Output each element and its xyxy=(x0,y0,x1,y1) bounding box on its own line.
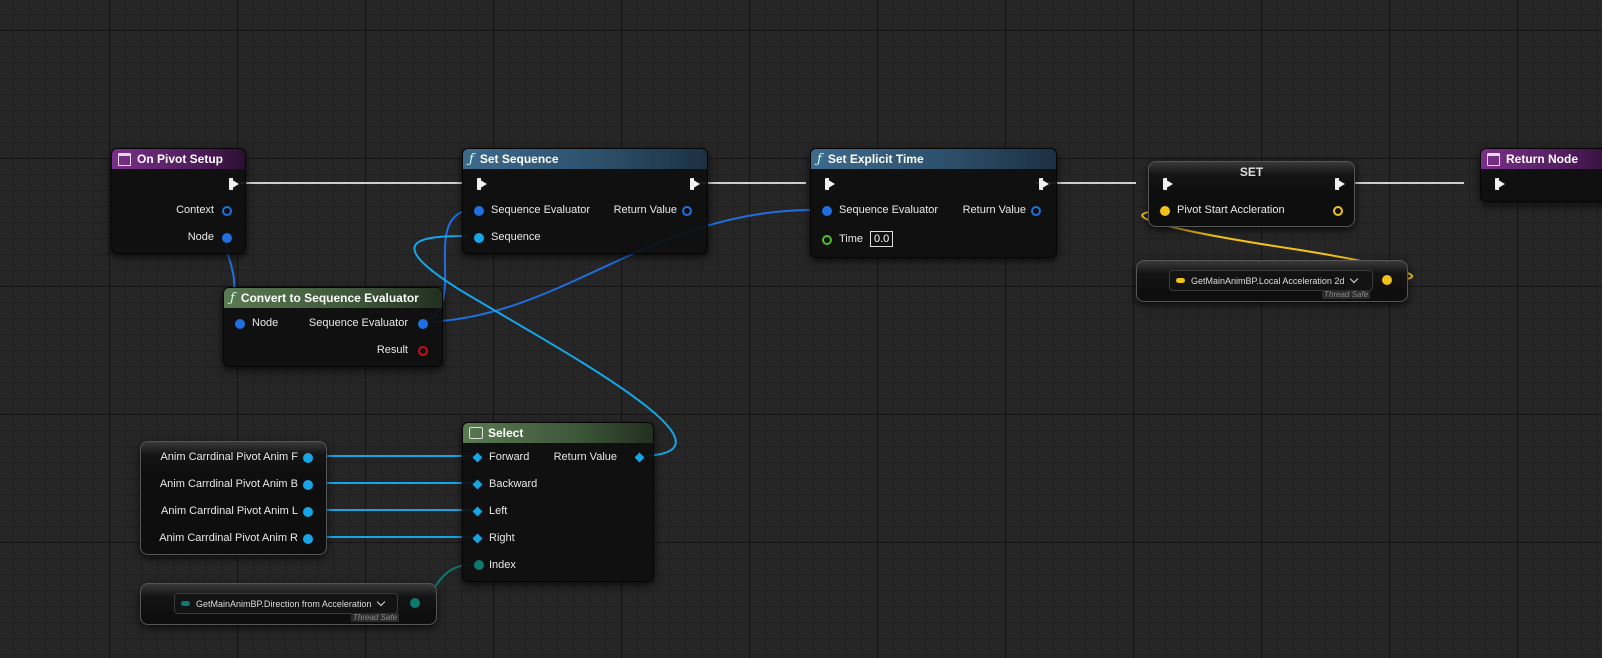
node-header[interactable]: On Pivot Setup xyxy=(112,149,245,169)
return-node[interactable]: Return Node xyxy=(1480,148,1602,202)
function-icon: ƒ xyxy=(230,290,235,306)
select-node[interactable]: Select Forward Return Value Backward Lef… xyxy=(462,422,654,582)
forward-label: Forward xyxy=(489,451,530,463)
property-path-label: GetMainAnimBP.Local Acceleration 2d xyxy=(1191,275,1345,286)
sequence-evaluator-in-pin[interactable] xyxy=(474,206,484,216)
on-pivot-setup-node[interactable]: On Pivot Setup Context Node xyxy=(111,148,246,254)
return-value-label: Return Value xyxy=(553,451,617,463)
time-label: Time xyxy=(839,233,864,245)
node-title: Select xyxy=(488,426,524,440)
direction-out-pin[interactable] xyxy=(410,598,420,608)
property-path-label: GetMainAnimBP.Direction from Acceleratio… xyxy=(196,598,372,609)
set-sequence-node[interactable]: ƒ Set Sequence Sequence Evaluator Return … xyxy=(462,148,708,254)
get-direction-from-acceleration-node[interactable]: GetMainAnimBP.Direction from Acceleratio… xyxy=(140,583,437,625)
sequence-label: Sequence xyxy=(491,231,541,243)
node-pin-label: Node xyxy=(187,231,214,243)
result-label: Result xyxy=(376,344,408,356)
pivot-start-accleration-out-pin[interactable] xyxy=(1333,206,1343,216)
index-label: Index xyxy=(489,559,516,571)
exec-in-pin[interactable] xyxy=(477,178,487,190)
event-icon xyxy=(118,152,131,166)
node-header[interactable]: ƒ Set Sequence xyxy=(463,149,707,169)
anim-pivot-variables-node[interactable]: Anim Carrdinal Pivot Anim F Anim Carrdin… xyxy=(140,441,327,555)
get-local-acceleration-node[interactable]: GetMainAnimBP.Local Acceleration 2d Thre… xyxy=(1136,260,1408,302)
node-title: Convert to Sequence Evaluator xyxy=(240,291,419,305)
context-pin-label: Context xyxy=(176,204,214,216)
return-value-label: Return Value xyxy=(613,204,677,216)
node-out-pin[interactable] xyxy=(222,233,232,243)
anim-var-label: Anim Carrdinal Pivot Anim B xyxy=(159,478,298,490)
anim-var-label: Anim Carrdinal Pivot Anim F xyxy=(160,451,298,463)
exec-out-pin[interactable] xyxy=(1039,178,1049,190)
vector2d-type-icon xyxy=(1176,278,1185,283)
node-header[interactable]: SET xyxy=(1149,162,1354,182)
return-value-pin[interactable] xyxy=(682,206,692,216)
right-label: Right xyxy=(489,532,515,544)
sequence-evaluator-out-label: Sequence Evaluator xyxy=(308,317,408,329)
sequence-evaluator-label: Sequence Evaluator xyxy=(491,204,591,216)
anim-var-label: Anim Carrdinal Pivot Anim L xyxy=(161,505,298,517)
forward-in-pin[interactable] xyxy=(472,452,483,463)
time-in-pin[interactable] xyxy=(822,235,832,245)
set-pivot-start-accleration-node[interactable]: SET Pivot Start Accleration xyxy=(1148,161,1355,227)
exec-in-pin[interactable] xyxy=(825,178,835,190)
event-icon xyxy=(1487,152,1500,166)
chevron-down-icon xyxy=(377,597,386,607)
node-title: On Pivot Setup xyxy=(137,152,224,166)
anim-var-out-pin[interactable] xyxy=(303,534,313,544)
return-value-label: Return Value xyxy=(962,204,1026,216)
enum-type-icon xyxy=(181,601,190,606)
function-icon: ƒ xyxy=(469,151,474,167)
left-label: Left xyxy=(489,505,508,517)
chevron-down-icon xyxy=(1350,274,1359,284)
return-value-pin[interactable] xyxy=(1031,206,1041,216)
node-title: Return Node xyxy=(1506,152,1578,166)
sequence-evaluator-out-pin[interactable] xyxy=(418,319,428,329)
backward-label: Backward xyxy=(489,478,538,490)
anim-var-out-pin[interactable] xyxy=(303,453,313,463)
thread-safe-badge: Thread Safe xyxy=(1322,290,1371,299)
anim-var-out-pin[interactable] xyxy=(303,507,313,517)
anim-var-label: Anim Carrdinal Pivot Anim R xyxy=(159,532,298,544)
node-title: SET xyxy=(1239,165,1264,179)
exec-out-pin[interactable] xyxy=(229,178,239,190)
node-header[interactable]: Return Node xyxy=(1481,149,1602,169)
local-acceleration-out-pin[interactable] xyxy=(1382,275,1392,285)
select-icon xyxy=(469,427,483,439)
backward-in-pin[interactable] xyxy=(472,479,483,490)
node-title: Set Explicit Time xyxy=(827,152,924,166)
convert-to-sequence-evaluator-node[interactable]: ƒ Convert to Sequence Evaluator Node Sequ… xyxy=(223,287,443,367)
return-value-pin[interactable] xyxy=(634,452,645,463)
node-header[interactable]: Select xyxy=(463,423,653,443)
function-icon: ƒ xyxy=(817,151,822,167)
property-access-dropdown[interactable]: GetMainAnimBP.Direction from Acceleratio… xyxy=(174,593,398,614)
node-title: Set Sequence xyxy=(479,152,559,166)
property-access-dropdown[interactable]: GetMainAnimBP.Local Acceleration 2d xyxy=(1169,270,1373,291)
pivot-start-accleration-in-pin[interactable] xyxy=(1160,206,1170,216)
pivot-start-accleration-label: Pivot Start Accleration xyxy=(1177,204,1285,216)
sequence-evaluator-label: Sequence Evaluator xyxy=(839,204,939,216)
sequence-in-pin[interactable] xyxy=(474,233,484,243)
exec-out-pin[interactable] xyxy=(1335,178,1345,190)
thread-safe-badge: Thread Safe xyxy=(351,613,400,622)
left-in-pin[interactable] xyxy=(472,506,483,517)
right-in-pin[interactable] xyxy=(472,533,483,544)
time-value-input[interactable]: 0.0 xyxy=(870,231,894,247)
exec-in-pin[interactable] xyxy=(1495,178,1505,190)
anim-var-out-pin[interactable] xyxy=(303,480,313,490)
sequence-evaluator-in-pin[interactable] xyxy=(822,206,832,216)
node-header[interactable]: ƒ Set Explicit Time xyxy=(811,149,1056,169)
node-header[interactable]: ƒ Convert to Sequence Evaluator xyxy=(224,288,442,308)
node-in-pin[interactable] xyxy=(235,319,245,329)
set-explicit-time-node[interactable]: ƒ Set Explicit Time Sequence Evaluator Re… xyxy=(810,148,1057,258)
result-pin[interactable] xyxy=(418,346,428,356)
exec-out-pin[interactable] xyxy=(690,178,700,190)
node-in-label: Node xyxy=(252,317,279,329)
index-in-pin[interactable] xyxy=(474,560,484,570)
context-pin[interactable] xyxy=(222,206,232,216)
exec-in-pin[interactable] xyxy=(1163,178,1173,190)
